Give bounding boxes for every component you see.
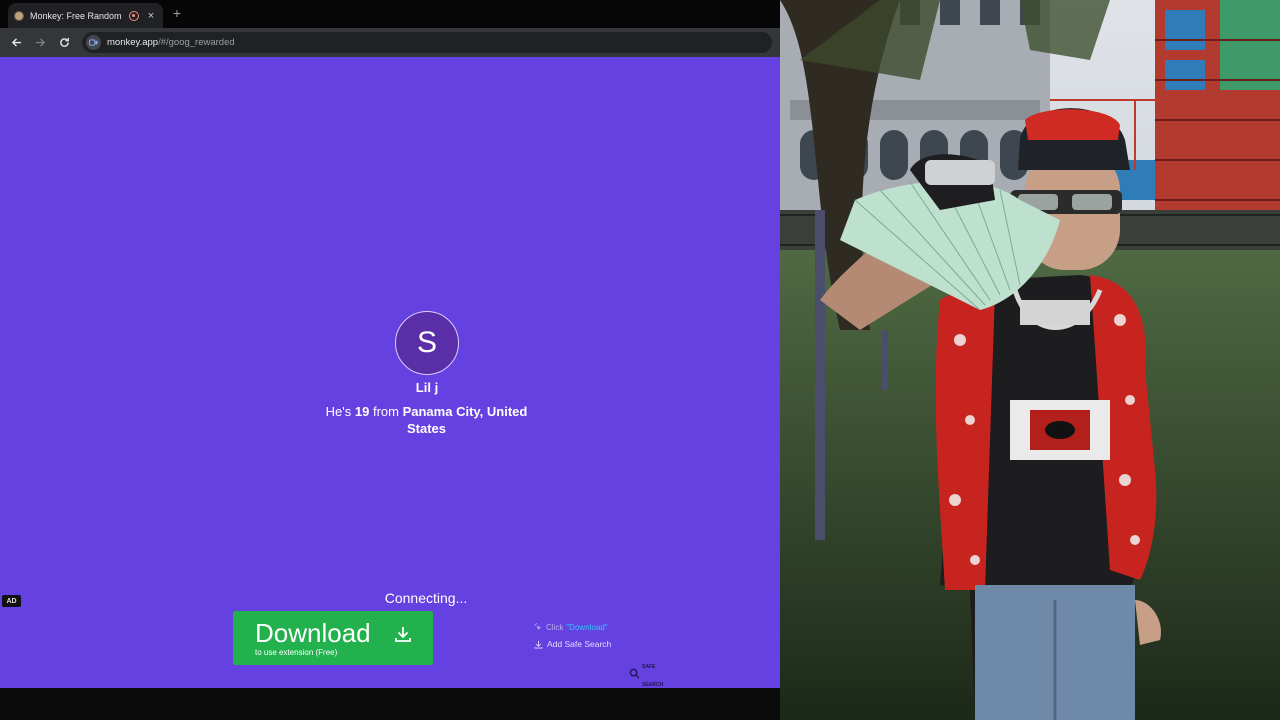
url-host: monkey.app [107,37,159,48]
back-button[interactable] [6,33,26,53]
download-small-icon [534,640,543,649]
user-name: Lil j [415,380,439,395]
reload-icon [59,37,69,47]
tab-title: Monkey: Free Random Vide [30,10,123,21]
monkey-page: S Lil j He's 19 from Panama City, United… [0,57,780,688]
download-sublabel: to use extension (Free) [255,648,338,657]
monkey-favicon-icon [14,10,24,21]
reload-button[interactable] [54,33,74,53]
browser-bottom-bar [0,688,780,720]
user-age: 19 [354,404,370,419]
user-location: Panama City, United States [402,404,528,436]
add-safe-search-text: Add Safe Search [547,639,612,649]
add-safe-search-link[interactable]: Add Safe Search [534,639,611,649]
browser-tab[interactable]: Monkey: Free Random Vide × [8,3,163,28]
download-label: Download [255,618,371,648]
download-icon [395,627,411,642]
webcam-feed [780,0,1280,720]
ad-badge: AD [2,595,21,607]
arrow-right-icon [35,38,45,47]
safe-search-logo-line1: SAFE [642,664,656,670]
browser-window: Monkey: Free Random Vide × + monkey.app/… [0,0,780,720]
tab-close-icon[interactable]: × [145,10,157,22]
screen: Monkey: Free Random Vide × + monkey.app/… [0,0,1280,720]
safe-search-logo: SAFE SEARCH [629,655,663,691]
user-info: He's 19 from Panama City, United States [310,403,543,437]
webcam-scene-image [780,0,1280,720]
url-text: monkey.app/#/goog_rewarded [107,37,235,48]
safe-search-logo-icon [629,668,640,679]
avatar-initial: S [416,326,437,359]
camera-permission-icon[interactable] [86,35,101,50]
browser-toolbar: monkey.app/#/goog_rewarded [0,28,780,57]
recording-indicator-icon [129,10,139,21]
ad-hint-click: Click "Download" [534,623,608,632]
address-bar[interactable]: monkey.app/#/goog_rewarded [82,32,772,53]
download-ad-button[interactable]: Download to use extension (Free) [233,611,433,665]
user-info-prefix: He's [325,404,355,419]
connection-status: Connecting... [384,590,468,606]
new-tab-button[interactable]: + [170,5,184,21]
avatar: S [395,311,459,375]
safe-search-logo-text: SAFE SEARCH [642,655,663,691]
hint-click-text: Click [546,623,564,632]
user-info-from: from [369,404,403,419]
cursor-click-icon [534,623,542,631]
url-path: /#/goog_rewarded [158,37,235,48]
forward-button[interactable] [30,33,50,53]
hint-click-highlight: "Download" [566,623,608,632]
arrow-left-icon [11,38,21,47]
tab-strip: Monkey: Free Random Vide × + [0,0,780,28]
